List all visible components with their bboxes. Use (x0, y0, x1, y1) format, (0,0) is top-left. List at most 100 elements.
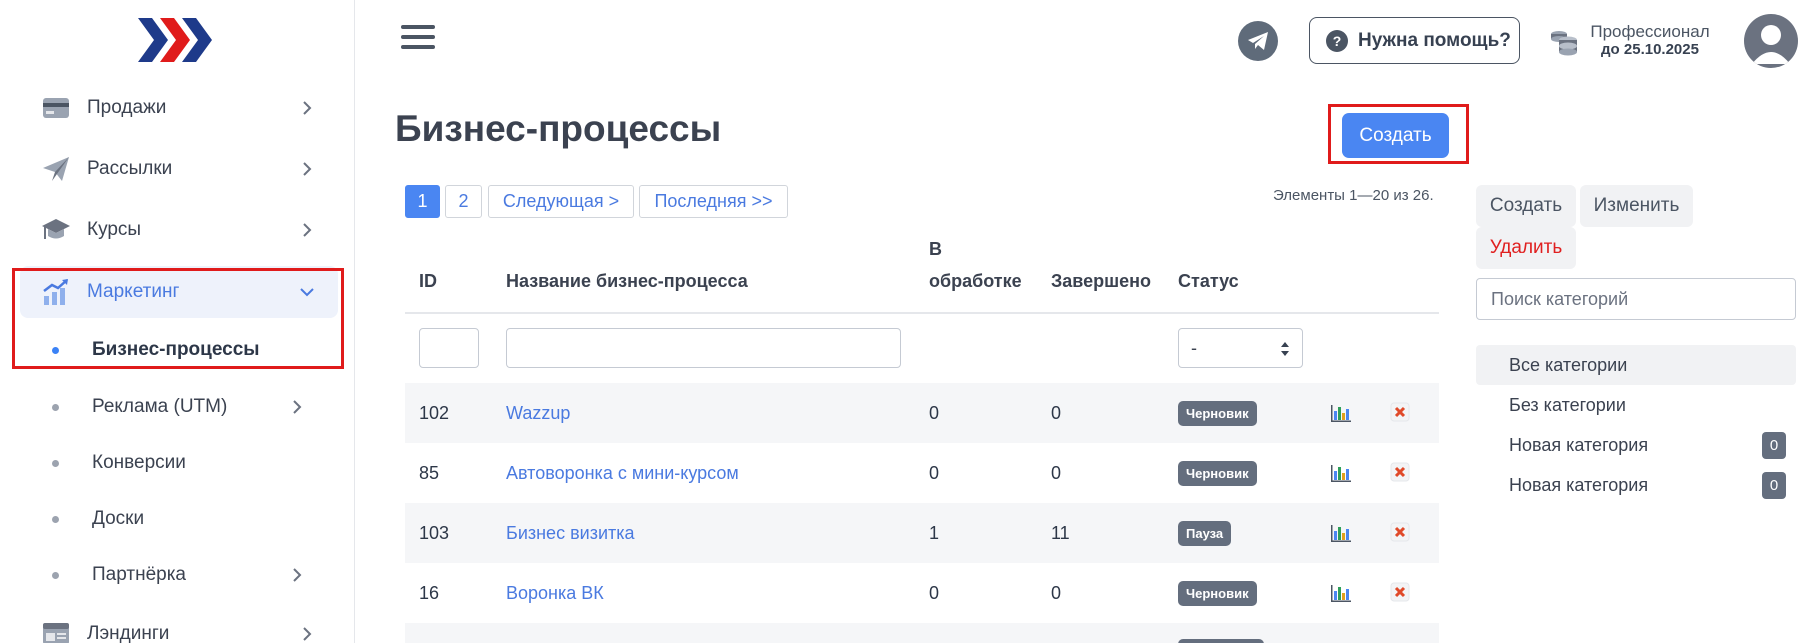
bullet-dot (52, 346, 59, 354)
category-item-none[interactable]: Без категории (1476, 385, 1796, 425)
status-badge: Черновик (1178, 581, 1257, 606)
row-done: 0 (1051, 402, 1062, 423)
sidebar-subitem-label: Доски (92, 508, 145, 529)
category-label: Без категории (1509, 394, 1626, 415)
statistics-icon[interactable] (1330, 403, 1352, 423)
status-filter-select[interactable]: - (1178, 328, 1303, 368)
sidebar-item-marketing[interactable]: Маркетинг (20, 266, 338, 318)
elements-count: Элементы 1—20 из 26. (1273, 187, 1434, 204)
column-header-name[interactable]: Название бизнес-процесса (506, 265, 748, 297)
table-row: 85 Автоворонка с мини-курсом 0 0 Чернови… (405, 443, 1439, 503)
create-process-button[interactable]: Создать (1342, 113, 1449, 158)
category-label: Новая категория (1509, 434, 1649, 455)
delete-icon[interactable] (1388, 460, 1412, 484)
sidebar-subitem-label: Конверсии (92, 452, 186, 473)
row-name-link[interactable]: Wazzup (506, 383, 570, 443)
page-2-button[interactable]: 2 (445, 185, 482, 218)
row-id: 85 (419, 462, 440, 483)
delete-icon[interactable] (1388, 580, 1412, 604)
app-frame: Продажи Рассылки Курсы Маркетинг Бизнес-… (0, 0, 1814, 643)
status-badge: Черновик (1178, 401, 1257, 426)
bullet-dot (52, 515, 59, 523)
statistics-icon[interactable] (1330, 583, 1352, 603)
sidebar-item-label: Продажи (87, 97, 167, 118)
status-badge: Пауза (1178, 521, 1232, 546)
category-label: Все категории (1509, 354, 1628, 375)
column-header-id[interactable]: ID (419, 265, 437, 297)
tariff-expiry: до 25.10.2025 (1601, 41, 1699, 58)
category-item[interactable]: Новая категория 0 (1476, 465, 1796, 505)
delete-icon[interactable] (1388, 400, 1412, 424)
row-done: 0 (1051, 462, 1062, 483)
statistics-icon[interactable] (1330, 463, 1352, 483)
name-filter-input[interactable] (506, 328, 901, 368)
column-header-status[interactable]: Статус (1178, 265, 1239, 297)
column-header-processing-line2: обработке (929, 271, 1022, 291)
browser-window-icon (40, 618, 72, 643)
row-done: 0 (1051, 582, 1062, 603)
sidebar-item-mailings[interactable]: Рассылки (20, 143, 338, 195)
coins-icon (1551, 31, 1577, 56)
sidebar-subitem-boards[interactable]: Доски (20, 497, 338, 541)
sidebar-item-label: Лэндинги (87, 623, 170, 643)
status-badge: Черновик (1178, 461, 1257, 486)
chevron-right-icon (303, 223, 312, 237)
row-done: 11 (1051, 522, 1070, 543)
column-header-processing[interactable]: В обработке (929, 233, 1022, 297)
row-processing: 0 (929, 582, 940, 603)
category-item[interactable]: Новая категория 0 (1476, 425, 1796, 465)
next-page-button[interactable]: Следующая > (488, 185, 634, 218)
sidebar-subitem-business-processes[interactable]: Бизнес-процессы (20, 328, 338, 372)
menu-toggle-icon[interactable] (401, 25, 435, 55)
help-button[interactable]: ? Нужна помощь? (1309, 17, 1520, 64)
chevron-right-icon (303, 162, 312, 176)
row-processing: 0 (929, 402, 940, 423)
graduation-cap-icon (40, 214, 72, 246)
status-badge (1178, 639, 1264, 643)
sidebar-item-courses[interactable]: Курсы (20, 204, 338, 256)
table-row (405, 623, 1439, 643)
sidebar-subitem-utm[interactable]: Реклама (UTM) (20, 385, 338, 429)
question-icon: ? (1326, 29, 1348, 52)
sidebar-item-landings[interactable]: Лэндинги (20, 608, 338, 643)
chevron-right-icon (303, 101, 312, 115)
sidebar: Продажи Рассылки Курсы Маркетинг Бизнес-… (0, 0, 355, 643)
bullet-dot (52, 459, 59, 467)
status-filter-value: - (1191, 337, 1197, 358)
category-label: Новая категория (1509, 474, 1649, 495)
chevron-right-icon (293, 568, 302, 582)
category-count-badge: 0 (1762, 432, 1786, 459)
last-page-button[interactable]: Последняя >> (639, 185, 788, 218)
id-filter-input[interactable] (419, 328, 479, 368)
sidebar-subitem-label: Реклама (UTM) (92, 396, 228, 417)
card-icon (40, 92, 72, 124)
delete-category-button[interactable]: Удалить (1476, 227, 1576, 269)
row-processing: 0 (929, 462, 940, 483)
bullet-dot (52, 571, 59, 579)
row-name-link[interactable]: Воронка ВК (506, 563, 604, 623)
column-header-done[interactable]: Завершено (1051, 265, 1151, 297)
help-button-label: Нужна помощь? (1358, 29, 1511, 51)
category-count-badge: 0 (1762, 472, 1786, 499)
statistics-icon[interactable] (1330, 523, 1352, 543)
row-name-link[interactable]: Автоворонка с мини-курсом (506, 443, 739, 503)
delete-icon[interactable] (1388, 520, 1412, 544)
page-1-button[interactable]: 1 (405, 185, 440, 218)
row-name-link[interactable]: Бизнес визитка (506, 503, 635, 563)
category-item-all[interactable]: Все категории (1476, 345, 1796, 385)
telegram-icon[interactable] (1238, 21, 1278, 61)
edit-category-button[interactable]: Изменить (1580, 185, 1693, 227)
table-header-divider (405, 312, 1439, 314)
sidebar-subitem-conversions[interactable]: Конверсии (20, 441, 338, 485)
sidebar-subitem-affiliate[interactable]: Партнёрка (20, 553, 338, 597)
sidebar-item-label: Маркетинг (87, 281, 180, 302)
category-search-input[interactable] (1476, 278, 1796, 320)
logo[interactable] (136, 16, 214, 64)
tariff-info[interactable]: Профессионал до 25.10.2025 (1580, 22, 1720, 58)
chevron-down-icon (300, 288, 314, 297)
select-arrows-icon (1281, 342, 1289, 356)
avatar[interactable] (1744, 14, 1798, 68)
create-category-button[interactable]: Создать (1476, 185, 1576, 227)
bullet-dot (52, 403, 59, 411)
sidebar-item-sales[interactable]: Продажи (20, 82, 338, 134)
